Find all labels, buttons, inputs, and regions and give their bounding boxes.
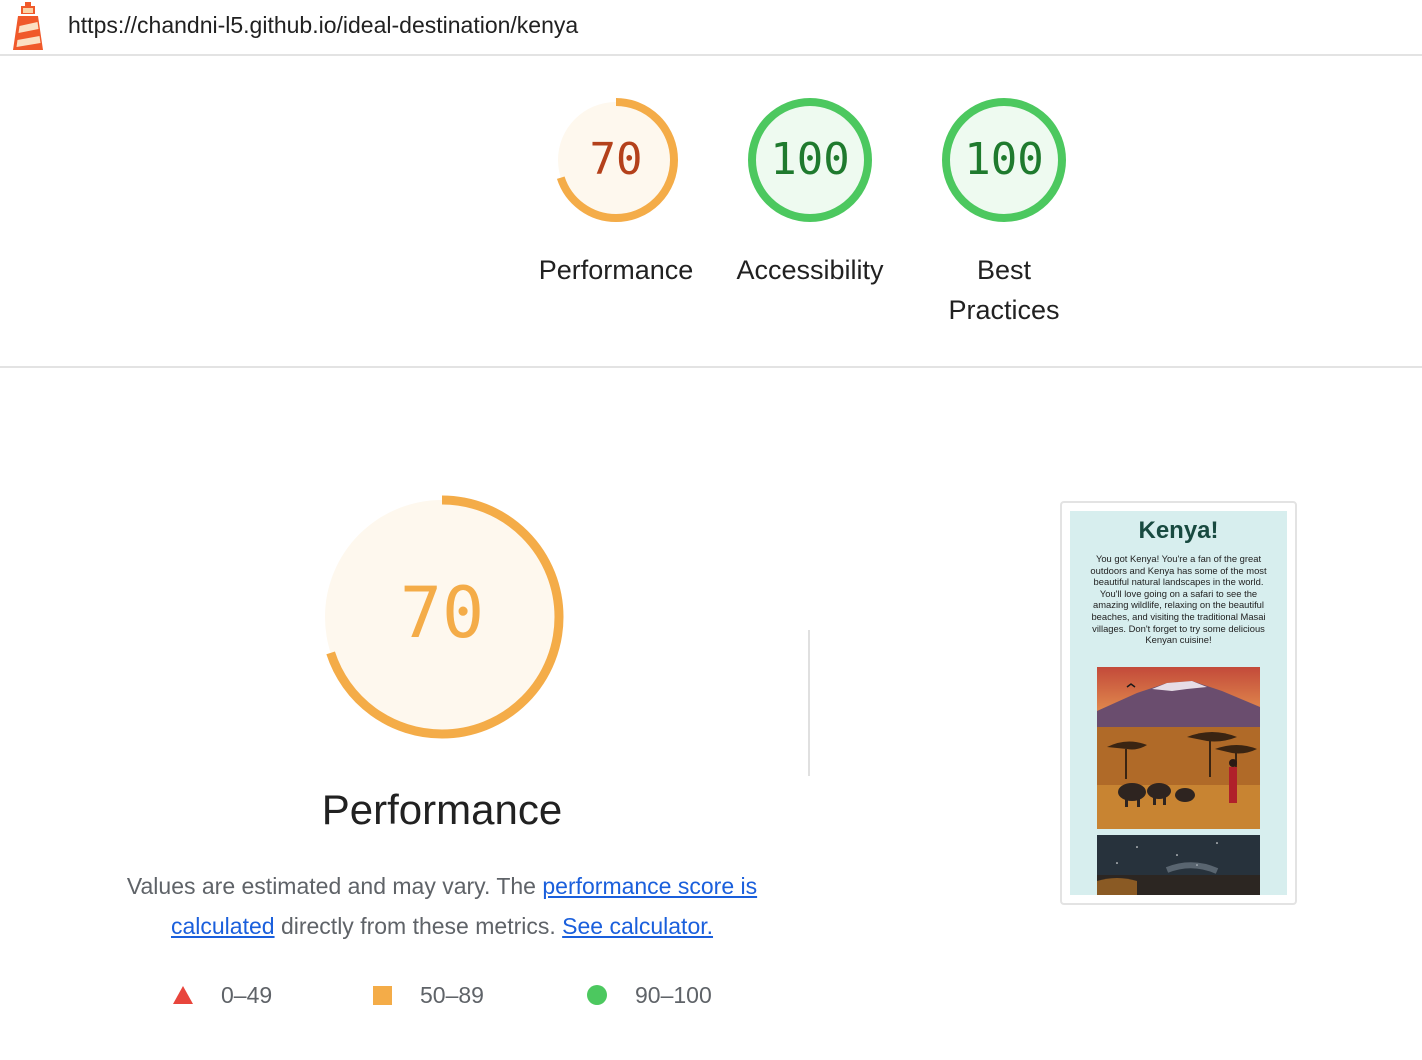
best-practices-score-text: 100: [964, 134, 1043, 185]
performance-title: Performance: [321, 786, 563, 833]
legend-range: 90–100: [635, 981, 712, 1008]
gauge-label: Accessibility: [736, 255, 884, 285]
gauge-accessibility[interactable]: 100 Accessibility: [715, 94, 905, 290]
screenshot-title: Kenya!: [1138, 517, 1219, 544]
screenshot-text: You got Kenya! You're a fan of the great…: [1090, 553, 1267, 646]
accessibility-gauge-ring: 100: [748, 98, 872, 222]
best-practices-gauge-ring: 100: [942, 98, 1066, 222]
performance-big-score: 70: [400, 572, 484, 654]
desc-text-1: Values are estimated and may vary. The: [126, 873, 543, 899]
performance-description: Values are estimated and may vary. The p…: [110, 866, 774, 946]
page-screenshot: Kenya! You got Kenya! You're a fan of th…: [1070, 511, 1287, 895]
see-calculator-link[interactable]: See calculator.: [562, 913, 713, 939]
gauge-label: Performance: [538, 255, 694, 285]
gauge-performance[interactable]: 70 Performance: [521, 94, 711, 290]
safari-image: [1097, 667, 1260, 829]
page-url[interactable]: https://chandni-l5.github.io/ideal-desti…: [68, 12, 578, 39]
performance-big-gauge: 70: [320, 495, 564, 739]
green-circle-icon: [587, 985, 607, 1005]
desc-text-2: directly from these metrics.: [274, 913, 563, 939]
gauge-best-practices[interactable]: 100 Best Practices: [909, 94, 1099, 330]
legend-range: 0–49: [221, 981, 273, 1008]
accessibility-score-text: 100: [770, 134, 849, 185]
performance-score-text: 70: [590, 134, 643, 185]
legend-item-pass: 90–100: [587, 978, 712, 1012]
final-screenshot[interactable]: Kenya! You got Kenya! You're a fan of th…: [1060, 501, 1297, 905]
legend-range: 50–89: [420, 981, 484, 1008]
legend-item-average: 50–89: [373, 978, 484, 1012]
gauge-label: Best Practices: [948, 255, 1060, 325]
performance-gauge-ring: 70: [554, 98, 678, 222]
legend-item-fail: 0–49: [173, 978, 272, 1012]
lighthouse-icon: [13, 2, 43, 50]
night-sky-image: [1097, 835, 1260, 895]
url-bar: https://chandni-l5.github.io/ideal-desti…: [0, 0, 1422, 56]
red-triangle-icon: [173, 986, 193, 1004]
score-gauges: 70 Performance 100 Accessibility 100 Bes…: [0, 56, 1422, 368]
score-legend: 0–49 50–89 90–100: [0, 978, 900, 1012]
vertical-divider: [808, 630, 810, 776]
orange-square-icon: [373, 985, 392, 1005]
